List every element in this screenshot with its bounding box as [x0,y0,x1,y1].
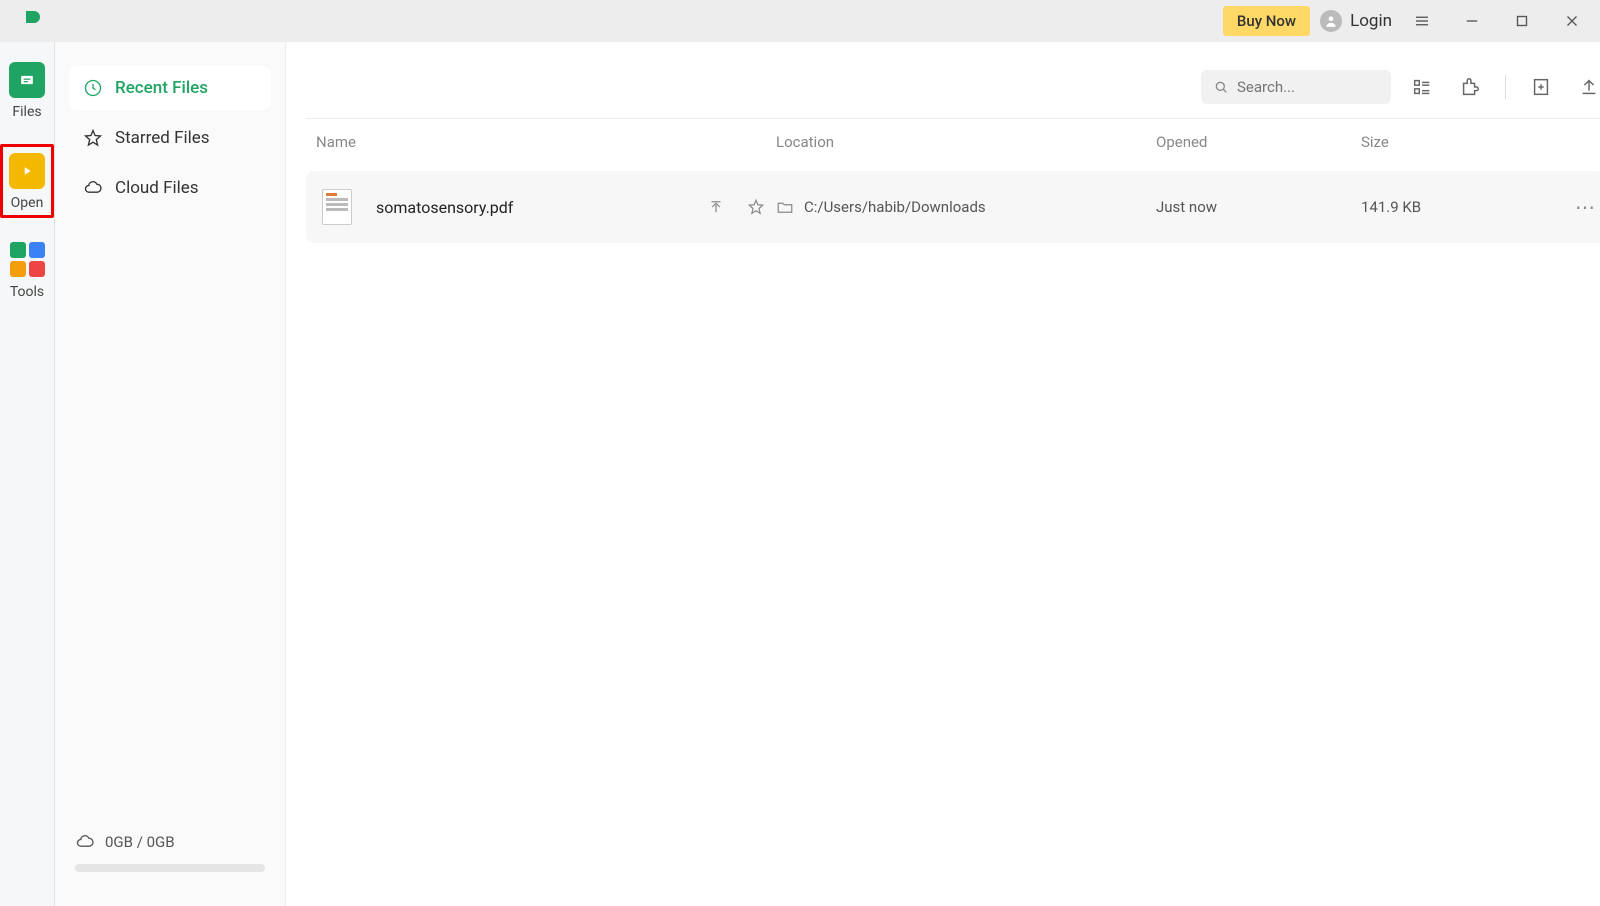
maximize-button[interactable] [1502,1,1542,41]
search-input[interactable] [1237,78,1377,96]
login-button[interactable]: Login [1320,10,1392,32]
sidebar-label-cloud: Cloud Files [115,178,199,198]
file-name: somatosensory.pdf [376,198,696,217]
sidebar-item-recent[interactable]: Recent Files [69,66,271,110]
storage-bar [75,864,265,872]
table-row[interactable]: somatosensory.pdf C:/Users/habib/Downloa… [306,171,1600,243]
more-actions-button[interactable]: ⋯ [1566,195,1600,219]
search-box[interactable] [1201,70,1391,104]
pin-button[interactable] [696,198,736,216]
th-name: Name [316,133,776,151]
rail-label-tools: Tools [10,284,44,300]
rail-label-files: Files [12,104,41,120]
sidebar-item-starred[interactable]: Starred Files [69,116,271,160]
buy-now-button[interactable]: Buy Now [1223,6,1310,36]
open-icon [9,153,45,189]
left-rail: Files Open Tools [0,42,55,906]
file-table: Name Location Opened Size somatosensory.… [306,118,1600,243]
location-text: C:/Users/habib/Downloads [804,198,986,216]
file-thumbnail-icon [322,189,352,225]
topbar [306,70,1600,118]
file-opened: Just now [1156,198,1361,216]
search-icon [1213,79,1229,95]
th-opened: Opened [1156,133,1361,151]
app-logo-icon [18,7,46,35]
main: Name Location Opened Size somatosensory.… [286,42,1600,906]
avatar-icon [1320,10,1342,32]
sidebar-label-starred: Starred Files [115,128,210,148]
folder-icon [776,198,794,216]
files-icon [9,62,45,98]
table-header: Name Location Opened Size [306,119,1600,165]
cloud-small-icon [75,832,95,852]
clock-icon [83,78,103,98]
star-button[interactable] [736,198,776,216]
close-button[interactable] [1552,1,1592,41]
rail-label-open: Open [11,195,44,211]
rail-item-open[interactable]: Open [0,144,54,218]
body: Files Open Tools Recent Files Starred Fi… [0,42,1600,906]
rail-item-files[interactable]: Files [9,62,45,120]
sidebar: Recent Files Starred Files Cloud Files 0… [55,42,286,906]
titlebar: Buy Now Login [0,0,1600,42]
sidebar-list: Recent Files Starred Files Cloud Files [69,66,271,210]
cloud-icon [83,178,103,198]
sidebar-item-cloud[interactable]: Cloud Files [69,166,271,210]
list-view-button[interactable] [1405,70,1439,104]
star-icon [83,128,103,148]
new-file-button[interactable] [1524,70,1558,104]
file-size: 141.9 KB [1361,198,1566,216]
storage-footer: 0GB / 0GB [69,824,271,860]
plugins-button[interactable] [1453,70,1487,104]
storage-text: 0GB / 0GB [105,833,175,851]
th-location: Location [776,133,1156,151]
titlebar-left [8,7,118,35]
sidebar-label-recent: Recent Files [115,78,208,98]
tools-icon [9,242,45,278]
titlebar-right: Buy Now Login [1223,1,1592,41]
upload-button[interactable] [1572,70,1600,104]
new-tab-button[interactable] [94,9,118,33]
minimize-button[interactable] [1452,1,1492,41]
hamburger-menu-button[interactable] [1402,1,1442,41]
rail-item-tools[interactable]: Tools [9,242,45,300]
login-label: Login [1350,11,1392,31]
th-size: Size [1361,133,1566,151]
toolbar-divider [1505,75,1506,99]
file-location: C:/Users/habib/Downloads [776,198,1156,216]
